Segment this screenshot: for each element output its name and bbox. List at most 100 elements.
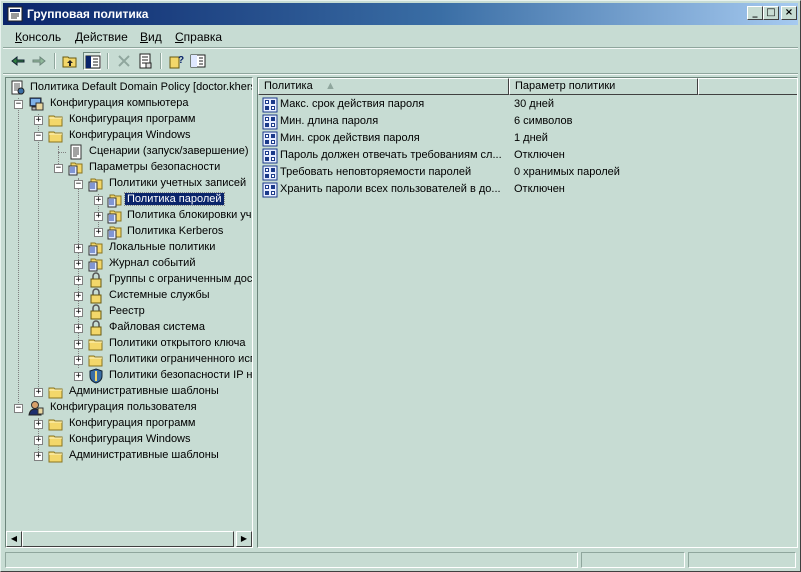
help-button[interactable]: ? bbox=[168, 52, 186, 70]
column-header-label: Политика bbox=[264, 80, 313, 92]
expand-toggle[interactable]: + bbox=[34, 420, 43, 429]
tree-node-event-log[interactable]: + Журнал событий bbox=[6, 256, 252, 272]
tree-node-public-key-policies[interactable]: + Политики открытого ключа bbox=[6, 336, 252, 352]
folder-icon bbox=[88, 336, 104, 352]
menu-view[interactable]: Вид bbox=[140, 30, 162, 44]
expand-toggle[interactable]: + bbox=[94, 212, 103, 221]
list-item[interactable]: Макс. срок действия пароля 30 дней bbox=[262, 97, 782, 114]
scroll-right-button[interactable]: ▶ bbox=[236, 531, 252, 547]
tree-node-system-services[interactable]: + Системные службы bbox=[6, 288, 252, 304]
toolbar: ? bbox=[3, 50, 798, 72]
expand-toggle[interactable]: + bbox=[74, 292, 83, 301]
show-hide-tree-button[interactable] bbox=[83, 52, 101, 70]
toolbar-separator bbox=[107, 53, 109, 69]
expand-toggle[interactable]: + bbox=[34, 388, 43, 397]
back-icon bbox=[11, 55, 25, 67]
tree-node-account-policies[interactable]: − Политики учетных записей bbox=[6, 176, 252, 192]
maximize-button[interactable]: □ bbox=[763, 6, 779, 20]
expand-toggle[interactable]: + bbox=[74, 260, 83, 269]
tree-horizontal-scrollbar[interactable]: ◀ ▶ bbox=[6, 531, 252, 547]
app-icon[interactable] bbox=[7, 6, 23, 22]
tree-node-security-settings[interactable]: − Параметры безопасности bbox=[6, 160, 252, 176]
tree-pane[interactable]: Политика Default Domain Policy [doctor.k… bbox=[5, 77, 253, 548]
tree-node-cc-windows[interactable]: − Конфигурация Windows bbox=[6, 128, 252, 144]
menu-action[interactable]: Действие bbox=[75, 30, 128, 44]
tree-node-label: Конфигурация программ bbox=[69, 113, 196, 125]
up-one-level-button[interactable] bbox=[61, 52, 79, 70]
tree-node-cc-admin-templates[interactable]: + Административные шаблоны bbox=[6, 384, 252, 400]
menu-help[interactable]: Справка bbox=[175, 30, 222, 44]
tree-node-lockout-policy[interactable]: + Политика блокировки уч bbox=[6, 208, 252, 224]
tree-node-uc-admin-templates[interactable]: + Административные шаблоны bbox=[6, 448, 252, 464]
tree-node-ip-security[interactable]: + Политики безопасности IP н bbox=[6, 368, 252, 384]
back-button[interactable] bbox=[9, 52, 27, 70]
close-button[interactable]: × bbox=[781, 6, 797, 20]
status-cell-main bbox=[5, 552, 578, 568]
policy-setting: 6 символов bbox=[514, 115, 573, 127]
tree-node-kerberos-policy[interactable]: + Политика Kerberos bbox=[6, 224, 252, 240]
expand-toggle[interactable]: + bbox=[74, 276, 83, 285]
tree-node-registry[interactable]: + Реестр bbox=[6, 304, 252, 320]
tree-node-label: Конфигурация Windows bbox=[69, 129, 191, 141]
minimize-button[interactable]: _ bbox=[747, 6, 763, 20]
column-header-setting[interactable]: Параметр политики bbox=[509, 78, 698, 95]
scroll-left-button[interactable]: ◀ bbox=[6, 531, 22, 547]
list-item[interactable]: Мин. длина пароля 6 символов bbox=[262, 114, 782, 131]
tree-node-uc-programs[interactable]: + Конфигурация программ bbox=[6, 416, 252, 432]
menu-separator bbox=[3, 47, 798, 49]
list-item[interactable]: Мин. срок действия пароля 1 дней bbox=[262, 131, 782, 148]
gpo-icon bbox=[10, 80, 26, 96]
forward-button[interactable] bbox=[30, 52, 48, 70]
expand-toggle[interactable]: + bbox=[74, 356, 83, 365]
details-pane[interactable]: Политика ▲ Параметр политики Макс. срок … bbox=[257, 77, 798, 548]
tree-node-label: Реестр bbox=[109, 305, 145, 317]
tree-node-uc-windows[interactable]: + Конфигурация Windows bbox=[6, 432, 252, 448]
expand-toggle[interactable]: + bbox=[94, 228, 103, 237]
menu-action-label: ействие bbox=[83, 30, 128, 44]
tree-node-file-system[interactable]: + Файловая система bbox=[6, 320, 252, 336]
policy-folder-icon bbox=[88, 176, 104, 192]
export-list-button[interactable] bbox=[189, 52, 207, 70]
collapse-toggle[interactable]: − bbox=[74, 180, 83, 189]
collapse-toggle[interactable]: − bbox=[14, 100, 23, 109]
expand-toggle[interactable]: + bbox=[94, 196, 103, 205]
list-item[interactable]: Хранить пароли всех пользователей в до..… bbox=[262, 182, 782, 199]
expand-toggle[interactable]: + bbox=[74, 308, 83, 317]
expand-toggle[interactable]: + bbox=[34, 116, 43, 125]
expand-toggle[interactable]: + bbox=[34, 436, 43, 445]
list-item[interactable]: Пароль должен отвечать требованиям сл...… bbox=[262, 148, 782, 165]
list-item[interactable]: Требовать неповторяемости паролей 0 хран… bbox=[262, 165, 782, 182]
collapse-toggle[interactable]: − bbox=[54, 164, 63, 173]
collapse-toggle[interactable]: − bbox=[14, 404, 23, 413]
menu-bar: Консоль Действие Вид Справка bbox=[3, 27, 798, 47]
expand-toggle[interactable]: + bbox=[74, 340, 83, 349]
folder-icon bbox=[48, 112, 64, 128]
show-tree-icon bbox=[85, 55, 101, 69]
tree-node-label: Конфигурация Windows bbox=[69, 433, 191, 445]
expand-toggle[interactable]: + bbox=[74, 324, 83, 333]
delete-button[interactable] bbox=[115, 52, 133, 70]
collapse-toggle[interactable]: − bbox=[34, 132, 43, 141]
tree-node-label: Локальные политики bbox=[109, 241, 216, 253]
tree-node-user-config[interactable]: − Конфигурация пользователя bbox=[6, 400, 252, 416]
menu-console[interactable]: Консоль bbox=[15, 30, 61, 44]
scroll-thumb[interactable] bbox=[22, 531, 234, 547]
tree-node-root[interactable]: Политика Default Domain Policy [doctor.k… bbox=[6, 80, 252, 96]
status-cell-secondary bbox=[581, 552, 685, 568]
expand-toggle[interactable]: + bbox=[74, 244, 83, 253]
tree-node-password-policy[interactable]: + Политика паролей bbox=[6, 192, 252, 208]
expand-toggle[interactable]: + bbox=[34, 452, 43, 461]
folder-icon bbox=[48, 416, 64, 432]
tree-node-cc-programs[interactable]: + Конфигурация программ bbox=[6, 112, 252, 128]
tree-node-scripts[interactable]: Сценарии (запуск/завершение) bbox=[6, 144, 252, 160]
tree-node-local-policies[interactable]: + Локальные политики bbox=[6, 240, 252, 256]
tree-node-computer-config[interactable]: − Конфигурация компьютера bbox=[6, 96, 252, 112]
tree-node-label: Административные шаблоны bbox=[69, 449, 219, 461]
properties-button[interactable] bbox=[136, 52, 154, 70]
title-bar[interactable]: Групповая политика _ □ × bbox=[3, 3, 798, 25]
expand-toggle[interactable]: + bbox=[74, 372, 83, 381]
tree-node-restricted-groups[interactable]: + Группы с ограниченным дос bbox=[6, 272, 252, 288]
tree-node-software-restriction[interactable]: + Политики ограниченного исп bbox=[6, 352, 252, 368]
user-icon bbox=[28, 400, 44, 416]
column-header-policy[interactable]: Политика ▲ bbox=[258, 78, 509, 95]
